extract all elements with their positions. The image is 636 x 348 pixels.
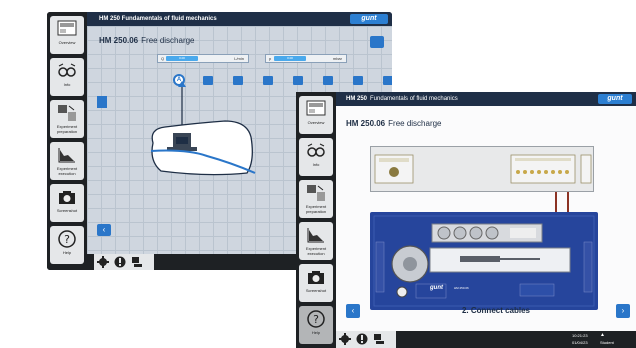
- step-button-g[interactable]: [353, 76, 363, 85]
- step-caption: 2. Connect cables: [461, 306, 531, 315]
- bench-drawing: [373, 215, 595, 307]
- overview-icon: [306, 100, 326, 116]
- glasses-icon: [58, 63, 76, 77]
- header-title: HM 250 Fundamentals of fluid mechanics: [336, 92, 636, 106]
- user-label: Student: [600, 340, 614, 345]
- nav-screenshot-button[interactable]: Screenshot: [50, 184, 84, 222]
- nav-label: Overview: [58, 40, 76, 45]
- step-button-e[interactable]: [293, 76, 303, 85]
- svg-text:?: ?: [64, 233, 70, 246]
- nav-screenshot-button[interactable]: Screenshot: [299, 264, 333, 302]
- nav-label: Experiment execution: [56, 166, 78, 176]
- nav-label: Help: [311, 330, 321, 335]
- gear-icon[interactable]: [339, 333, 351, 345]
- previous-step-button[interactable]: ‹: [346, 304, 360, 318]
- camera-icon: [59, 191, 75, 204]
- step-button-h[interactable]: [383, 76, 392, 85]
- info-icon[interactable]: [356, 333, 368, 345]
- next-step-button[interactable]: ›: [616, 304, 630, 318]
- nav-help-button[interactable]: ? Help: [299, 306, 333, 344]
- test-bench-illustration: gunt HM 250.06: [370, 212, 598, 310]
- nav-preparation-button[interactable]: Experiment preparation: [299, 180, 333, 218]
- glasses-icon: [307, 143, 325, 157]
- back-arrow-button[interactable]: ‹: [97, 224, 111, 236]
- camera-icon: [308, 271, 324, 284]
- main-area: HM 250.06 Free discharge gunt HM 250.06 …: [336, 106, 636, 331]
- step-button-f[interactable]: [323, 76, 333, 85]
- device-icon[interactable]: [131, 256, 143, 268]
- nav-info-button[interactable]: Info: [299, 138, 333, 176]
- warning-icon: ▲: [600, 332, 605, 338]
- help-icon: ?: [58, 230, 76, 248]
- front-screen: Overview Info Experiment preparation Exp…: [296, 92, 636, 348]
- pressure-unit: mbar: [332, 56, 342, 61]
- chart-icon: [307, 228, 324, 243]
- bench-brand: gunt: [430, 285, 443, 291]
- clock-date: 01/04/23: [572, 340, 588, 345]
- nav-execution-button[interactable]: Experiment execution: [299, 222, 333, 260]
- flow-value: 0.00: [166, 56, 198, 61]
- nav-label: Screenshot: [305, 288, 327, 293]
- nav-info-button[interactable]: Info: [50, 58, 84, 96]
- step-button-d[interactable]: [263, 76, 273, 85]
- svg-text:?: ?: [313, 313, 319, 326]
- position-marker: [97, 96, 107, 108]
- status-area: 10:21:23 01/04/23 ▲ Student: [562, 331, 636, 348]
- nav-help-button[interactable]: ? Help: [50, 226, 84, 264]
- overview-icon: [57, 20, 77, 36]
- preparation-icon: [58, 105, 76, 121]
- footer-tools: [94, 254, 154, 270]
- nav-overview-button[interactable]: Overview: [299, 96, 333, 134]
- nav-preparation-button[interactable]: Experiment preparation: [50, 100, 84, 138]
- nav-execution-button[interactable]: Experiment execution: [50, 142, 84, 180]
- nav-label: Overview: [307, 120, 325, 125]
- chart-icon: [58, 148, 75, 163]
- bench-model: HM 250.06: [454, 286, 469, 290]
- pressure-field[interactable]: p 0.00 mbar: [265, 54, 347, 63]
- pressure-value: 0.00: [274, 56, 306, 61]
- sidebar: Overview Info Experiment preparation Exp…: [47, 12, 87, 270]
- info-icon[interactable]: [114, 256, 126, 268]
- gunt-logo: gunt: [598, 94, 632, 104]
- device-icon[interactable]: [373, 333, 385, 345]
- nav-label: Experiment execution: [305, 246, 327, 256]
- nav-label: Screenshot: [56, 208, 78, 213]
- gear-icon[interactable]: [97, 256, 109, 268]
- settings-button[interactable]: [370, 36, 384, 48]
- gunt-logo: gunt: [350, 14, 388, 24]
- nav-overview-button[interactable]: Overview: [50, 16, 84, 54]
- footer-tools: [336, 331, 396, 348]
- flow-unit: L/min: [234, 56, 244, 61]
- discharge-diagram: [150, 81, 256, 176]
- nav-label: Experiment preparation: [56, 124, 78, 134]
- nav-label: Info: [312, 162, 320, 167]
- flow-field[interactable]: Q 0.00 L/min: [157, 54, 249, 63]
- header-title: HM 250 Fundamentals of fluid mechanics: [87, 12, 392, 26]
- preparation-icon: [307, 185, 325, 201]
- nav-label: Info: [63, 82, 71, 87]
- nav-label: Help: [62, 250, 72, 255]
- page-title: HM 250.06 Free discharge: [99, 36, 195, 45]
- nav-label: Experiment preparation: [305, 204, 327, 214]
- clock-time: 10:21:23: [572, 333, 588, 338]
- help-icon: ?: [307, 310, 325, 328]
